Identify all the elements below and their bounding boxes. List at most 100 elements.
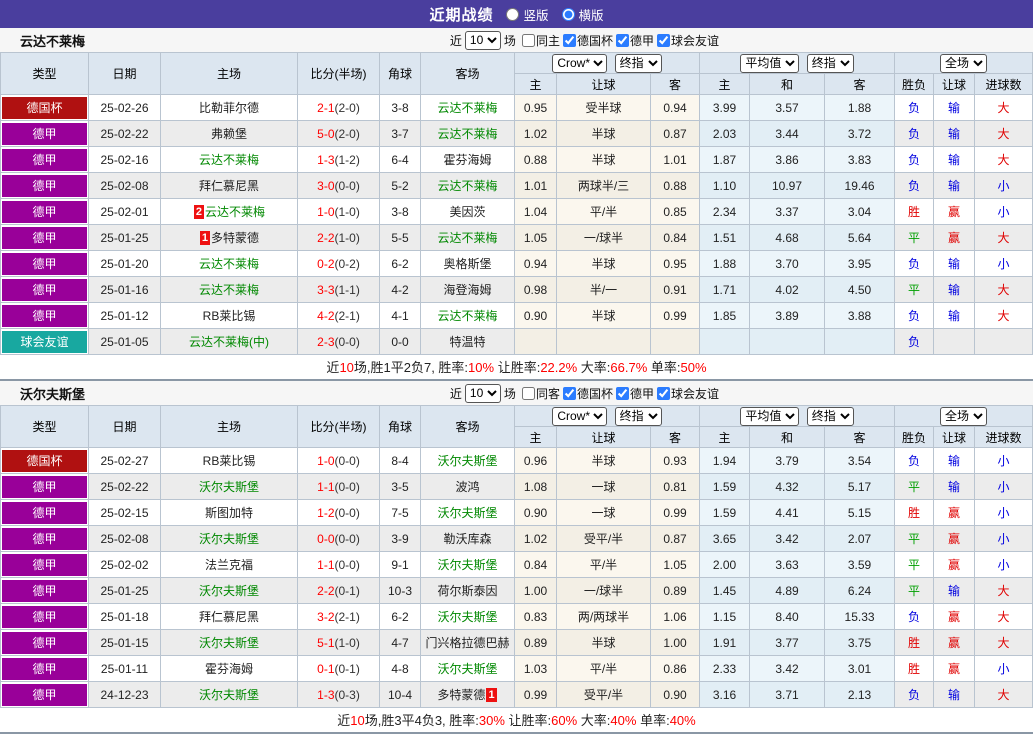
competition-badge: 德甲 xyxy=(2,175,87,197)
layout-option-vertical[interactable]: 竖版 xyxy=(506,5,548,24)
filter-option-league[interactable]: 德甲 xyxy=(613,385,654,402)
filter-option-cup[interactable]: 德国杯 xyxy=(560,32,613,49)
corner-count: 10-3 xyxy=(380,578,421,604)
avg-company-select[interactable]: 平均值 xyxy=(740,54,799,73)
corner-count: 6-2 xyxy=(380,604,421,630)
handicap-line: 半球 xyxy=(557,147,651,173)
away-team-cell: 霍芬海姆 xyxy=(421,147,515,173)
result-handicap: 输 xyxy=(934,121,975,147)
filter-option-cup[interactable]: 德国杯 xyxy=(560,385,613,402)
corner-count: 5-2 xyxy=(380,173,421,199)
avg-away-odds: 5.64 xyxy=(825,225,895,251)
halftime-score: (0-0) xyxy=(335,454,360,468)
avg-final-select[interactable]: 终指 xyxy=(807,54,854,73)
fulltime-select[interactable]: 全场 xyxy=(940,54,987,73)
summary-segment: 10 xyxy=(350,713,364,728)
same-venue-checkbox[interactable] xyxy=(522,34,535,47)
match-row: 德甲 25-01-16 云达不莱梅 3-3(1-1) 4-2 海登海姆 0.98… xyxy=(1,277,1033,303)
corner-count: 3-7 xyxy=(380,121,421,147)
home-team-name: 斯图加特 xyxy=(205,506,253,520)
away-odds: 0.86 xyxy=(651,656,700,682)
avg-home-odds: 1.10 xyxy=(700,173,750,199)
match-date: 25-02-15 xyxy=(89,500,161,526)
layout-option-horizontal[interactable]: 横版 xyxy=(562,5,604,24)
avg-draw-odds: 4.32 xyxy=(750,474,825,500)
odds-final-select[interactable]: 终指 xyxy=(615,407,662,426)
score-cell: 3-3(1-1) xyxy=(298,277,380,303)
avg-away-odds: 3.83 xyxy=(825,147,895,173)
filter-option-same-venue[interactable]: 同客 xyxy=(519,385,560,402)
away-team-name: 云达不莱梅 xyxy=(437,231,497,245)
filter-option-league[interactable]: 德甲 xyxy=(613,32,654,49)
away-team-cell: 门兴格拉德巴赫 xyxy=(421,630,515,656)
fulltime-select[interactable]: 全场 xyxy=(940,407,987,426)
filter-option-friendly[interactable]: 球会友谊 xyxy=(654,385,719,402)
vertical-layout-radio[interactable] xyxy=(506,8,519,21)
avg-home-odds: 1.88 xyxy=(700,251,750,277)
halftime-score: (0-1) xyxy=(335,584,360,598)
halftime-score: (1-0) xyxy=(335,231,360,245)
away-team-name: 海登海姆 xyxy=(443,283,491,297)
odds-company-select[interactable]: Crow* xyxy=(552,407,607,426)
horizontal-layout-radio[interactable] xyxy=(562,8,575,21)
away-team-cell: 多特蒙德1 xyxy=(421,682,515,708)
filter-option-same-venue[interactable]: 同主 xyxy=(519,32,560,49)
home-team-name: 沃尔夫斯堡 xyxy=(199,688,259,702)
handicap-line: 半球 xyxy=(557,630,651,656)
fulltime-score: 3-3 xyxy=(317,283,334,297)
rank-badge: 2 xyxy=(194,205,204,219)
away-team-name: 霍芬海姆 xyxy=(443,153,491,167)
home-odds: 1.03 xyxy=(515,656,557,682)
match-count-select[interactable]: 10 xyxy=(465,31,501,50)
handicap-line: 受半球 xyxy=(557,95,651,121)
summary-segment: 近 xyxy=(326,360,339,375)
result-outcome: 负 xyxy=(895,604,934,630)
crow-handicap-header: 让球 xyxy=(557,74,651,95)
away-odds: 0.87 xyxy=(651,121,700,147)
result-handicap: 输 xyxy=(934,578,975,604)
filter-controls: 近 10 场 同客 德国杯 德甲 球会友谊 xyxy=(447,384,719,403)
away-team-cell: 沃尔夫斯堡 xyxy=(421,448,515,474)
bookmaker-odds-group: Crow* 终指 xyxy=(515,53,700,74)
match-row: 德甲 24-12-23 沃尔夫斯堡 1-3(0-3) 10-4 多特蒙德1 0.… xyxy=(1,682,1033,708)
friendly-checkbox[interactable] xyxy=(657,387,670,400)
home-team-name: 云达不莱梅 xyxy=(205,205,265,219)
friendly-checkbox[interactable] xyxy=(657,34,670,47)
avg-home-odds: 1.71 xyxy=(700,277,750,303)
result-outcome: 负 xyxy=(895,329,934,355)
home-odds: 1.00 xyxy=(515,578,557,604)
same-venue-checkbox[interactable] xyxy=(522,387,535,400)
score-cell: 0-0(0-0) xyxy=(298,526,380,552)
odds-final-select[interactable]: 终指 xyxy=(615,54,662,73)
avg-draw-odds: 3.44 xyxy=(750,121,825,147)
col-type-header: 类型 xyxy=(1,53,89,95)
away-team-name: 云达不莱梅 xyxy=(437,101,497,115)
fulltime-score: 2-1 xyxy=(317,101,334,115)
result-handicap: 赢 xyxy=(934,656,975,682)
summary-line: 近10场,胜3平4负3, 胜率:30% 让胜率:60% 大率:40% 单率:40… xyxy=(0,708,1033,734)
avg-company-select[interactable]: 平均值 xyxy=(740,407,799,426)
league-checkbox[interactable] xyxy=(616,34,629,47)
fulltime-score: 2-2 xyxy=(317,584,334,598)
cup-checkbox[interactable] xyxy=(563,34,576,47)
result-outcome: 负 xyxy=(895,95,934,121)
result-outcome: 胜 xyxy=(895,630,934,656)
match-date: 25-01-20 xyxy=(89,251,161,277)
competition-cell: 德甲 xyxy=(1,147,89,173)
summary-segment: 50% xyxy=(681,360,707,375)
league-checkbox[interactable] xyxy=(616,387,629,400)
score-cell: 2-1(2-0) xyxy=(298,95,380,121)
result-goals: 小 xyxy=(975,656,1033,682)
result-outcome: 平 xyxy=(895,277,934,303)
avg-final-select[interactable]: 终指 xyxy=(807,407,854,426)
away-odds: 0.84 xyxy=(651,225,700,251)
halftime-score: (2-1) xyxy=(335,309,360,323)
cup-checkbox[interactable] xyxy=(563,387,576,400)
odds-company-select[interactable]: Crow* xyxy=(552,54,607,73)
match-count-select[interactable]: 10 xyxy=(465,384,501,403)
home-team-cell: 云达不莱梅 xyxy=(161,147,298,173)
filter-option-friendly[interactable]: 球会友谊 xyxy=(654,32,719,49)
match-date: 25-02-26 xyxy=(89,95,161,121)
competition-badge: 德甲 xyxy=(2,528,87,550)
avg-home-odds: 1.85 xyxy=(700,303,750,329)
